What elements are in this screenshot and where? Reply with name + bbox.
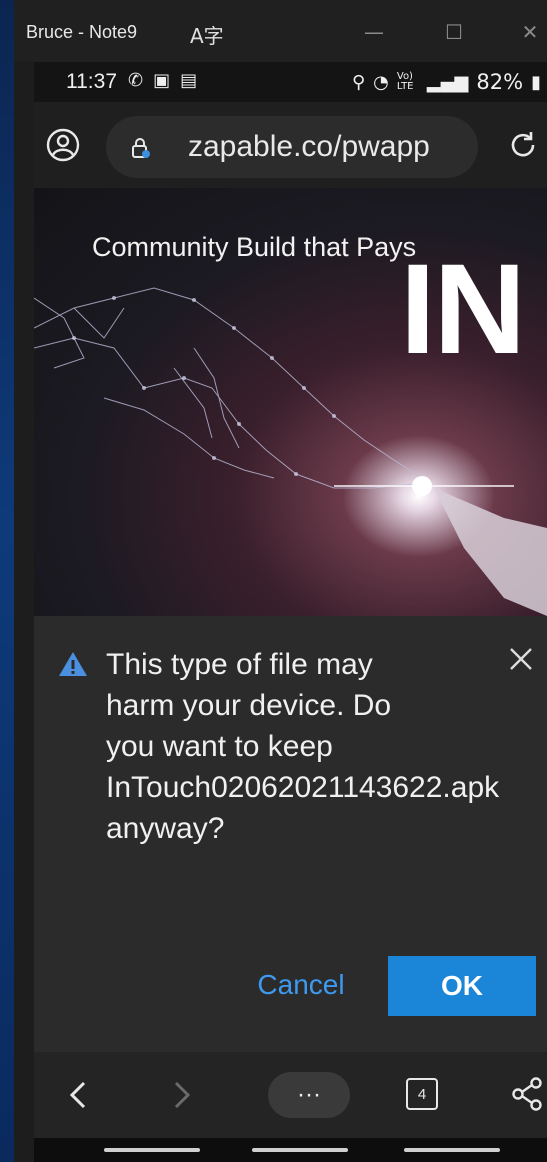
maximize-button[interactable]: ☐ (430, 12, 478, 52)
account-icon[interactable] (46, 128, 80, 162)
battery-percent: 82% (476, 70, 524, 94)
status-time: 11:37 (66, 70, 117, 93)
hero-banner: Community Build that Pays IN (34, 188, 547, 616)
battery-icon: ▮ (531, 71, 541, 93)
download-warning-dialog: This type of file may harm your device. … (34, 616, 547, 1052)
clipboard-icon: ▤ (180, 70, 198, 91)
gesture-home[interactable] (252, 1148, 348, 1152)
url-text[interactable]: zapable.co/pwapp (188, 130, 430, 164)
more-menu-button[interactable]: ··· (268, 1072, 350, 1118)
phone-screen: 11:37 ✆ ▣ ▤ ⚲ ◔ Vo) LTE ▂▄▆ 82% ▮ zapabl… (34, 62, 547, 1162)
status-bar: 11:37 ✆ ▣ ▤ ⚲ ◔ Vo) LTE ▂▄▆ 82% ▮ (34, 62, 547, 102)
desktop-background (0, 0, 14, 1162)
browser-bottom-bar: ··· 4 (34, 1052, 547, 1138)
hero-headline: Community Build that Pays (92, 232, 417, 262)
back-arrow-icon[interactable] (64, 1078, 92, 1112)
translate-icon[interactable]: A字 (190, 20, 224, 49)
volte-icon: Vo) LTE (396, 71, 414, 92)
cancel-button[interactable]: Cancel (248, 956, 354, 1014)
window-title: Bruce - Note9 (26, 22, 138, 42)
signal-icon: ▂▄▆ (426, 71, 469, 93)
gesture-recents[interactable] (104, 1148, 200, 1152)
location-icon: ⚲ (351, 71, 366, 93)
lock-icon[interactable] (128, 136, 152, 160)
hero-big-text: IN (400, 238, 526, 381)
status-notification-icons: ✆ ▣ ▤ (128, 70, 197, 91)
forward-arrow-icon[interactable] (168, 1078, 196, 1112)
close-icon[interactable] (506, 644, 536, 674)
gesture-back[interactable] (404, 1148, 500, 1152)
minimize-button[interactable]: — (350, 12, 398, 52)
whatsapp-icon: ✆ (128, 70, 144, 91)
address-bar[interactable]: zapable.co/pwapp (106, 116, 478, 178)
close-window-button[interactable]: ✕ (510, 12, 547, 52)
gesture-bar (34, 1138, 547, 1162)
ok-button[interactable]: OK (388, 956, 536, 1016)
notification-icon: ▣ (153, 70, 171, 91)
window-titlebar[interactable]: Bruce - Note9 A字 — ☐ ✕ (14, 0, 547, 62)
browser-toolbar: zapable.co/pwapp (34, 102, 547, 188)
status-system-icons: ⚲ ◔ Vo) LTE ▂▄▆ 82% ▮ (352, 70, 541, 94)
mirror-window: Bruce - Note9 A字 — ☐ ✕ 11:37 ✆ ▣ ▤ ⚲ ◔ V… (14, 0, 547, 1162)
wifi-icon: ◔ (373, 71, 389, 93)
warning-message: This type of file may harm your device. … (106, 648, 500, 845)
tab-switcher-button[interactable]: 4 (406, 1078, 438, 1110)
reload-icon[interactable] (506, 128, 540, 162)
share-icon[interactable] (510, 1076, 544, 1112)
warning-icon (59, 652, 87, 676)
